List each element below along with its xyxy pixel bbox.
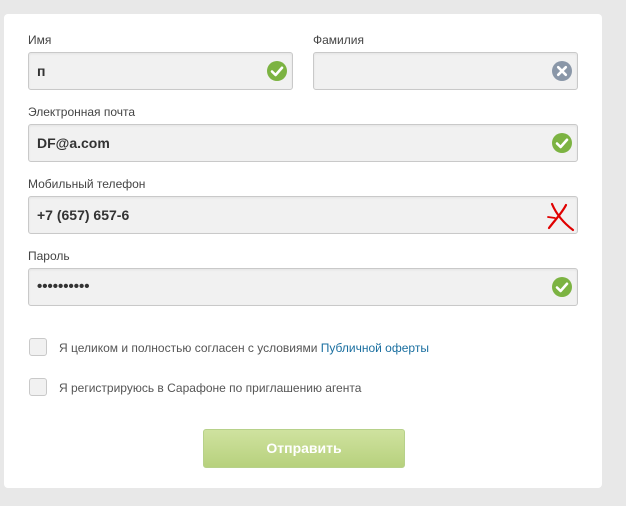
- check-icon: [267, 61, 287, 81]
- phone-label: Мобильный телефон: [28, 177, 146, 191]
- last-name-label: Фамилия: [313, 33, 364, 47]
- red-x-mark-icon: [547, 202, 575, 232]
- check-icon: [552, 277, 572, 297]
- agent-invite-text: Я регистрируюсь в Сарафоне по приглашени…: [59, 381, 362, 395]
- check-icon: [552, 133, 572, 153]
- phone-value: +7 (657) 657-6: [37, 207, 130, 223]
- email-value: DF@a.com: [37, 135, 110, 151]
- first-name-field[interactable]: п: [28, 52, 293, 90]
- offer-agreement-label: Я целиком и полностью согласен с условия…: [59, 341, 321, 355]
- email-field[interactable]: DF@a.com: [28, 124, 578, 162]
- registration-form-card: Имя п Фамилия Электронная почта DF@a.com…: [4, 14, 602, 488]
- clear-icon[interactable]: [552, 61, 572, 81]
- first-name-value: п: [37, 63, 46, 79]
- last-name-field[interactable]: [313, 52, 578, 90]
- offer-checkbox[interactable]: [29, 338, 47, 356]
- first-name-label: Имя: [28, 33, 52, 47]
- public-offer-link[interactable]: Публичной оферты: [321, 341, 429, 355]
- submit-button[interactable]: Отправить: [203, 429, 405, 468]
- phone-field[interactable]: +7 (657) 657-6: [28, 196, 578, 234]
- password-value: ••••••••••: [37, 278, 90, 295]
- offer-agreement-text: Я целиком и полностью согласен с условия…: [59, 341, 429, 355]
- password-field[interactable]: ••••••••••: [28, 268, 578, 306]
- agent-invite-checkbox[interactable]: [29, 378, 47, 396]
- email-label: Электронная почта: [28, 105, 136, 119]
- password-label: Пароль: [28, 249, 70, 263]
